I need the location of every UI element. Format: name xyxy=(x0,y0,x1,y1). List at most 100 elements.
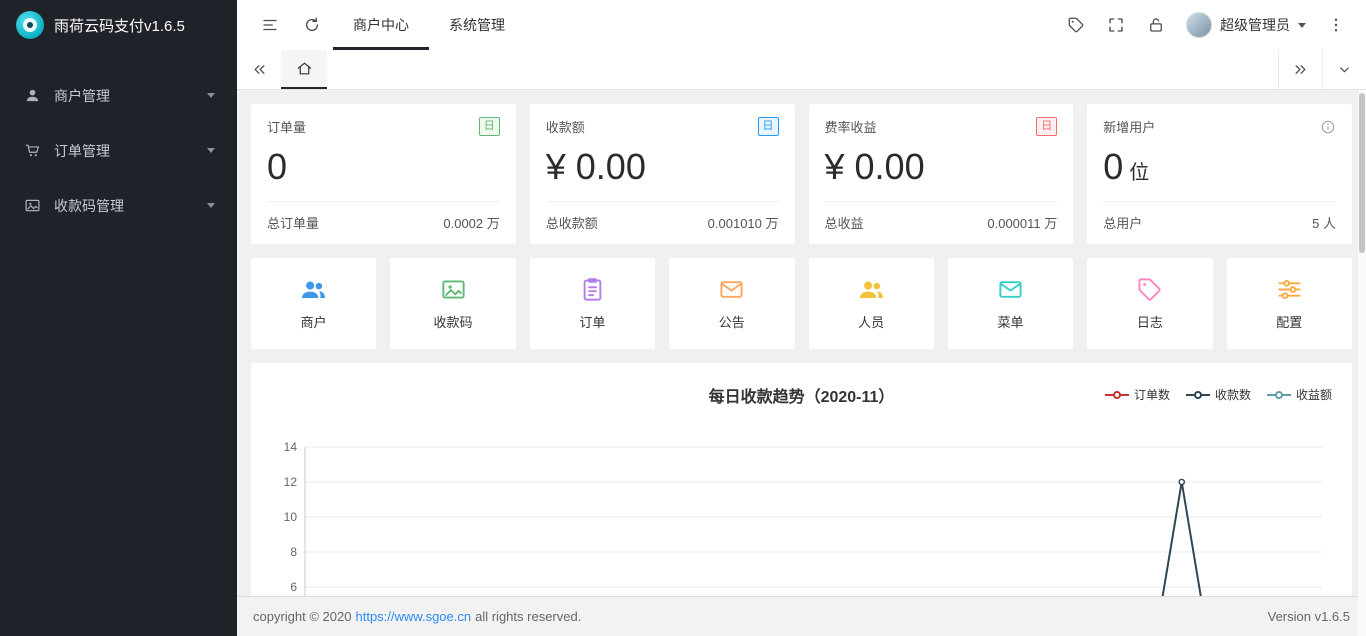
y-tick-label: 12 xyxy=(284,475,298,489)
shortcut-label: 日志 xyxy=(1137,312,1163,331)
shortcut-card-0[interactable]: 商户 xyxy=(251,258,376,349)
stat-footer-label: 总订单量 xyxy=(267,213,319,232)
stat-card-1: 收款额日¥ 0.00总收款额0.001010 万 xyxy=(530,104,795,244)
trend-chart-card: 每日收款趋势（2020-11） 订单数收款数收益额 14121086420 xyxy=(251,363,1352,596)
mail-icon xyxy=(997,276,1024,303)
stat-value: ¥ 0.00 xyxy=(825,146,925,187)
series-line-1 xyxy=(305,482,1322,596)
image-icon xyxy=(24,197,41,214)
shortcut-label: 菜单 xyxy=(998,312,1024,331)
footer: copyright © 2020 https://www.sgoe.cn all… xyxy=(237,596,1366,636)
shortcut-card-6[interactable]: 日志 xyxy=(1087,258,1212,349)
stat-footer-value: 5 人 xyxy=(1312,213,1336,232)
chart-title: 每日收款趋势（2020-11） xyxy=(709,389,895,406)
users-icon xyxy=(300,276,327,303)
app-title: 雨荷云码支付v1.6.5 xyxy=(54,15,185,36)
sidebar-item-2[interactable]: 收款码管理 xyxy=(0,178,237,233)
tabs-bar-right xyxy=(1278,50,1366,89)
stat-footer-value: 0.0002 万 xyxy=(443,213,499,232)
scrollbar-thumb[interactable] xyxy=(1359,93,1365,253)
sliders-icon xyxy=(1276,276,1303,303)
refresh-icon[interactable] xyxy=(291,0,333,50)
stat-card-0: 订单量日0总订单量0.0002 万 xyxy=(251,104,516,244)
sidebar-item-label: 收款码管理 xyxy=(54,196,207,216)
top-tab-1[interactable]: 系统管理 xyxy=(429,0,525,50)
app-logo-icon xyxy=(16,11,44,39)
clipboard-icon xyxy=(579,276,606,303)
topbar: 商户中心系统管理 超级管理员 xyxy=(237,0,1366,50)
stat-title: 费率收益 xyxy=(825,117,877,136)
stat-title: 订单量 xyxy=(267,117,306,136)
legend-marker xyxy=(1186,390,1210,400)
stat-footer-label: 总收益 xyxy=(825,213,864,232)
legend-item-2[interactable]: 收益额 xyxy=(1267,386,1332,403)
user-icon xyxy=(24,87,41,104)
fullscreen-icon[interactable] xyxy=(1096,0,1136,50)
legend-label: 订单数 xyxy=(1134,386,1170,403)
tabs-scroll-left-icon[interactable] xyxy=(237,50,281,89)
top-nav-tabs: 商户中心系统管理 xyxy=(333,0,525,50)
sidebar: 雨荷云码支付v1.6.5 商户管理订单管理收款码管理 xyxy=(0,0,237,636)
shortcut-card-5[interactable]: 菜单 xyxy=(948,258,1073,349)
y-tick-label: 10 xyxy=(284,510,298,524)
stat-cards: 订单量 日 0 总订单量 0.0002 万 收款额日¥ 0.00总收款额0.001010 … xyxy=(251,104,1352,244)
shortcut-label: 商户 xyxy=(301,312,327,331)
legend-item-1[interactable]: 收款数 xyxy=(1186,386,1251,403)
users-icon xyxy=(858,276,885,303)
vertical-scrollbar[interactable] xyxy=(1358,90,1366,636)
day-badge: 日 xyxy=(1036,117,1057,136)
home-icon xyxy=(296,60,313,77)
chevron-down-icon xyxy=(1298,23,1306,28)
sidebar-item-1[interactable]: 订单管理 xyxy=(0,123,237,178)
shortcut-label: 配置 xyxy=(1276,312,1302,331)
shortcut-card-4[interactable]: 人员 xyxy=(809,258,934,349)
stat-footer-value: 0.000011 万 xyxy=(987,213,1057,232)
legend-label: 收益额 xyxy=(1296,386,1332,403)
legend-marker xyxy=(1105,390,1129,400)
stat-value: 0 xyxy=(267,146,287,187)
sidebar-item-0[interactable]: 商户管理 xyxy=(0,68,237,123)
tabs-scroll-right-icon[interactable] xyxy=(1278,50,1322,89)
sidebar-menu: 商户管理订单管理收款码管理 xyxy=(0,68,237,233)
copyright-text: copyright © 2020 xyxy=(253,609,351,624)
tabs-menu-icon[interactable] xyxy=(1322,50,1366,89)
shortcut-label: 人员 xyxy=(858,312,884,331)
shortcut-cards: 商户 收款码订单 公告人员 菜单 日志 配置 xyxy=(251,258,1352,349)
chart-legend: 订单数收款数 收益额 xyxy=(1105,386,1332,403)
shortcut-card-2[interactable]: 订单 xyxy=(530,258,655,349)
shortcut-label: 订单 xyxy=(579,312,605,331)
y-tick-label: 14 xyxy=(284,440,298,454)
chevron-down-icon xyxy=(207,148,215,153)
footer-link[interactable]: https://www.sgoe.cn xyxy=(355,609,471,624)
unlock-icon[interactable] xyxy=(1136,0,1176,50)
stat-card-3: 新增用户0位总用户5 人 xyxy=(1087,104,1352,244)
stat-value: 0 xyxy=(1103,146,1123,187)
stat-footer-value: 0.001010 万 xyxy=(708,213,779,232)
legend-item-0[interactable]: 订单数 xyxy=(1105,386,1170,403)
user-name: 超级管理员 xyxy=(1220,15,1290,35)
collapse-menu-icon[interactable] xyxy=(249,0,291,50)
shortcut-card-7[interactable]: 配置 xyxy=(1227,258,1352,349)
info-icon[interactable] xyxy=(1320,119,1336,135)
main-column: 商户中心系统管理 超级管理员 xyxy=(237,0,1366,636)
avatar xyxy=(1186,12,1212,38)
more-vertical-icon[interactable] xyxy=(1316,0,1356,50)
shortcut-card-3[interactable]: 公告 xyxy=(669,258,794,349)
series-point xyxy=(1179,479,1184,484)
app-root: 雨荷云码支付v1.6.5 商户管理订单管理收款码管理 商户中心系统管理 xyxy=(0,0,1366,636)
day-badge: 日 xyxy=(758,117,779,136)
home-tab[interactable] xyxy=(281,50,327,89)
sidebar-item-label: 订单管理 xyxy=(54,141,207,161)
y-tick-label: 8 xyxy=(290,545,297,559)
stat-value-unit: 位 xyxy=(1129,162,1149,184)
copyright-suffix: all rights reserved. xyxy=(475,609,581,624)
main-content: 订单量 日 0 总订单量 0.0002 万 收款额日¥ 0.00总收款额0.001010 … xyxy=(237,90,1366,596)
top-tab-0[interactable]: 商户中心 xyxy=(333,0,429,50)
mail-icon xyxy=(718,276,745,303)
y-tick-label: 6 xyxy=(290,580,297,594)
version-label: Version v1.6.5 xyxy=(1268,609,1350,624)
user-menu[interactable]: 超级管理员 xyxy=(1176,0,1316,50)
tag-icon[interactable] xyxy=(1056,0,1096,50)
app-logo: 雨荷云码支付v1.6.5 xyxy=(0,0,237,50)
shortcut-card-1[interactable]: 收款码 xyxy=(390,258,515,349)
